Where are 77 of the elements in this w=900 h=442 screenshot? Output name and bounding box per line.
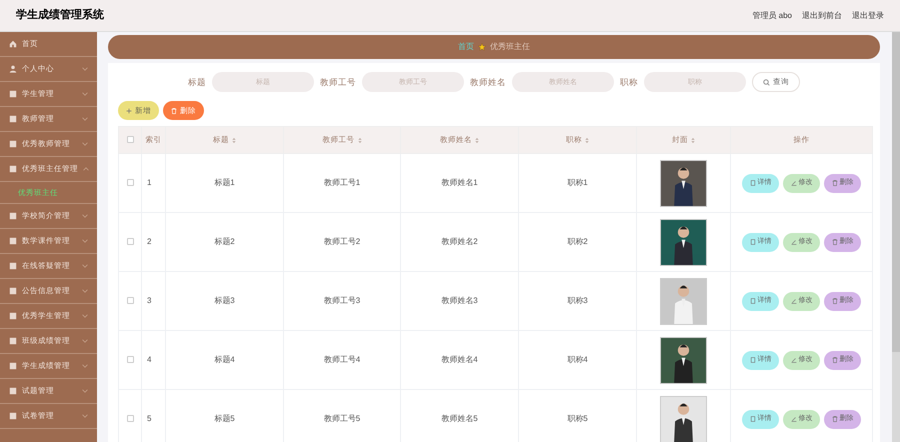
breadcrumb-item[interactable]: 首页 bbox=[458, 41, 474, 53]
pencil-icon bbox=[790, 180, 796, 186]
square-icon bbox=[9, 412, 17, 420]
scrollbar-thumb[interactable] bbox=[892, 32, 900, 352]
field-label: 标题 bbox=[188, 76, 206, 88]
plus-icon bbox=[126, 108, 132, 114]
table-cell: 教师姓名2 bbox=[400, 212, 518, 272]
table-cell: 教师工号2 bbox=[284, 212, 400, 272]
table-cell: 教师姓名4 bbox=[400, 330, 518, 390]
search-icon bbox=[763, 78, 770, 86]
select-all-checkbox[interactable] bbox=[126, 136, 134, 144]
field-label: 职称 bbox=[620, 76, 638, 88]
pencil-icon bbox=[790, 357, 796, 363]
trash-icon bbox=[832, 298, 838, 304]
sort-icon bbox=[232, 136, 236, 144]
pencil-icon bbox=[790, 239, 796, 245]
row-checkbox[interactable] bbox=[126, 415, 134, 422]
pencil-icon bbox=[790, 298, 796, 304]
breadcrumb-item[interactable]: 优秀班主任 bbox=[490, 41, 530, 53]
square-icon bbox=[9, 237, 17, 245]
person-icon bbox=[9, 65, 17, 73]
document-icon bbox=[750, 180, 756, 186]
trash-icon bbox=[832, 180, 838, 186]
square-icon bbox=[9, 287, 17, 295]
sort-icon bbox=[475, 136, 479, 144]
field-label: 教师姓名 bbox=[470, 76, 506, 88]
table-cell: 标题1 bbox=[166, 154, 284, 212]
square-icon bbox=[9, 165, 17, 173]
trash-icon bbox=[171, 108, 177, 114]
trash-icon bbox=[832, 239, 838, 245]
table-cell: 教师姓名1 bbox=[400, 154, 518, 212]
document-icon bbox=[750, 416, 756, 422]
square-icon bbox=[9, 312, 17, 320]
table-cell: 教师姓名3 bbox=[400, 272, 518, 330]
row-checkbox[interactable] bbox=[126, 356, 134, 364]
sort-icon bbox=[691, 136, 695, 144]
header-link[interactable]: 退出登录 bbox=[852, 10, 884, 22]
square-icon bbox=[9, 337, 17, 345]
square-icon bbox=[9, 362, 17, 370]
sort-icon bbox=[585, 136, 589, 144]
table-cell: 3 bbox=[142, 272, 166, 330]
document-icon bbox=[750, 239, 756, 245]
header-link[interactable]: 退出到前台 bbox=[802, 10, 842, 22]
row-checkbox[interactable] bbox=[126, 238, 134, 246]
sort-icon bbox=[358, 136, 362, 144]
field-label: 教师工号 bbox=[320, 76, 356, 88]
row-checkbox[interactable] bbox=[126, 297, 134, 304]
table-cell: 职称4 bbox=[518, 330, 636, 390]
scrollbar[interactable] bbox=[892, 32, 900, 442]
square-icon bbox=[9, 387, 17, 395]
app-title: 学生成绩管理系统 bbox=[16, 8, 104, 24]
square-icon bbox=[9, 212, 17, 220]
table-cell: 职称1 bbox=[518, 154, 636, 212]
pencil-icon bbox=[790, 416, 796, 422]
table-cell: 标题4 bbox=[166, 330, 284, 390]
table-cell: 职称2 bbox=[518, 212, 636, 272]
table-cell: 标题3 bbox=[166, 272, 284, 330]
square-icon bbox=[9, 115, 17, 123]
square-icon bbox=[9, 140, 17, 148]
table-cell: 2 bbox=[142, 212, 166, 272]
row-checkbox[interactable] bbox=[126, 179, 134, 186]
table-cell: 4 bbox=[142, 330, 166, 390]
table-cell: 教师工号4 bbox=[284, 330, 400, 390]
table-cell: 1 bbox=[142, 154, 166, 212]
table-cell: 职称3 bbox=[518, 272, 636, 330]
trash-icon bbox=[832, 416, 838, 422]
trash-icon bbox=[832, 357, 838, 363]
table-cell: 教师工号3 bbox=[284, 272, 400, 330]
document-icon bbox=[750, 298, 756, 304]
header-link[interactable]: 管理员 abo bbox=[752, 10, 792, 22]
square-icon bbox=[9, 90, 17, 98]
table-cell: 标题2 bbox=[166, 212, 284, 272]
table-cell: 教师工号1 bbox=[284, 154, 400, 212]
home-icon bbox=[9, 40, 17, 48]
square-icon bbox=[9, 262, 17, 270]
star-icon bbox=[478, 43, 486, 51]
document-icon bbox=[750, 357, 756, 363]
